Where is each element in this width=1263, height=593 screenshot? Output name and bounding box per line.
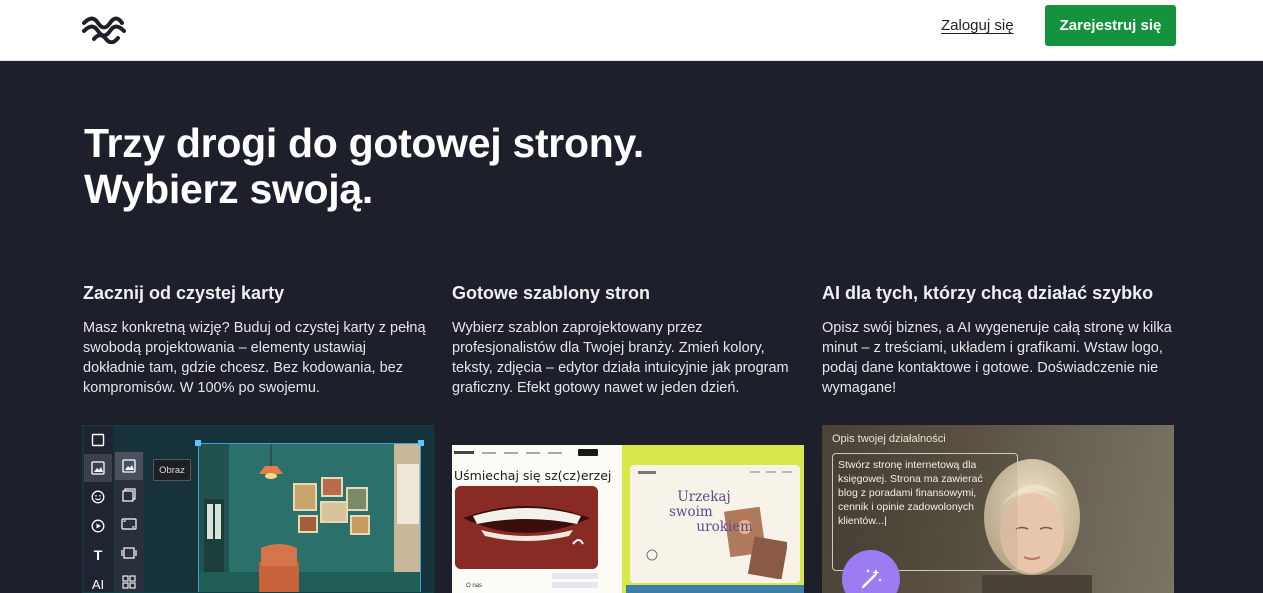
hero-title: Trzy drogi do gotowej strony. Wybierz sw… [84, 120, 884, 212]
register-button[interactable]: Zarejestruj się [1045, 5, 1176, 46]
gallery-icon[interactable] [115, 481, 143, 509]
hero-title-line1: Trzy drogi do gotowej strony. [84, 120, 644, 166]
slider-icon[interactable] [115, 539, 143, 567]
hero-title-line2: Wybierz swoją. [84, 166, 373, 212]
room-photo [199, 444, 420, 592]
smile-photo [455, 486, 598, 569]
tooltip-image: Obraz [153, 459, 191, 481]
ai-prompt-text: Stwórz stronę internetową dla księgowej.… [838, 459, 983, 527]
column-templates: Gotowe szablony stron Wybierz szablon za… [452, 282, 797, 398]
nav-szablony[interactable]: Szablony [134, 0, 200, 17]
script-line: urokiem [696, 519, 753, 535]
site-header: Kreator WebWave Szablony Oferta Wiedza K… [0, 0, 1263, 61]
editor-subtoolbar [114, 452, 144, 592]
template-navbar [638, 471, 792, 474]
template-footer-block [552, 573, 598, 588]
editor-preview: T AI Obraz [82, 425, 434, 593]
image-icon[interactable] [84, 454, 112, 482]
column-blank-canvas: Zacznij od czystej karty Masz konkretną … [83, 282, 428, 398]
ai-preview: Opis twojej działalności Stwórz stronę i… [822, 425, 1174, 593]
selected-image[interactable] [198, 443, 421, 592]
template-dental[interactable]: Uśmiechaj się sz(cz)erzej O nas [452, 445, 622, 593]
template-heading: Uśmiechaj się sz(cz)erzej [454, 468, 612, 483]
column-title: Zacznij od czystej karty [83, 283, 285, 303]
play-icon[interactable] [646, 549, 658, 561]
template-script-text: Urzekaj swoim urokiem [669, 489, 753, 535]
editor-toolbar: T AI [83, 426, 113, 592]
image-icon[interactable] [115, 452, 143, 480]
template-navbar [454, 449, 598, 456]
ai-icon[interactable]: AI [84, 570, 112, 592]
column-text: Wybierz szablon zaprojektowany przez pro… [452, 320, 789, 396]
script-line: swoim [669, 504, 713, 520]
column-text: Opisz swój biznes, a AI wygeneruje całą … [822, 320, 1172, 396]
column-title: AI dla tych, którzy chcą działać szybko [822, 283, 1154, 303]
login-link[interactable]: Zaloguj się [941, 17, 1014, 34]
column-title: Gotowe szablony stron [452, 283, 651, 303]
templates-preview: Uśmiechaj się sz(cz)erzej O nas Urzekaj … [452, 445, 804, 593]
magic-wand-icon [861, 569, 882, 589]
nav-oferta[interactable]: Oferta [205, 0, 249, 17]
frame-icon[interactable] [115, 510, 143, 538]
template-strip [626, 585, 804, 593]
ai-prompt-label: Opis twojej działalności [832, 433, 946, 445]
text-icon[interactable]: T [84, 541, 112, 569]
resize-handle[interactable] [195, 440, 201, 446]
square-icon[interactable] [84, 426, 112, 454]
resize-handle[interactable] [418, 440, 424, 446]
grid-icon[interactable] [115, 568, 143, 592]
smiley-icon[interactable] [84, 483, 112, 511]
column-text: Masz konkretną wizję? Buduj od czystej k… [83, 320, 426, 396]
nav-kontakt[interactable]: Kontakt [311, 0, 365, 17]
play-icon[interactable] [84, 512, 112, 540]
column-ai: AI dla tych, którzy chcą działać szybko … [822, 282, 1182, 398]
template-section-label: O nas [466, 583, 483, 589]
webwave-logo-icon[interactable] [82, 14, 128, 44]
nav-wiedza[interactable]: Wiedza [253, 0, 306, 17]
script-line: Urzekaj [677, 489, 731, 505]
